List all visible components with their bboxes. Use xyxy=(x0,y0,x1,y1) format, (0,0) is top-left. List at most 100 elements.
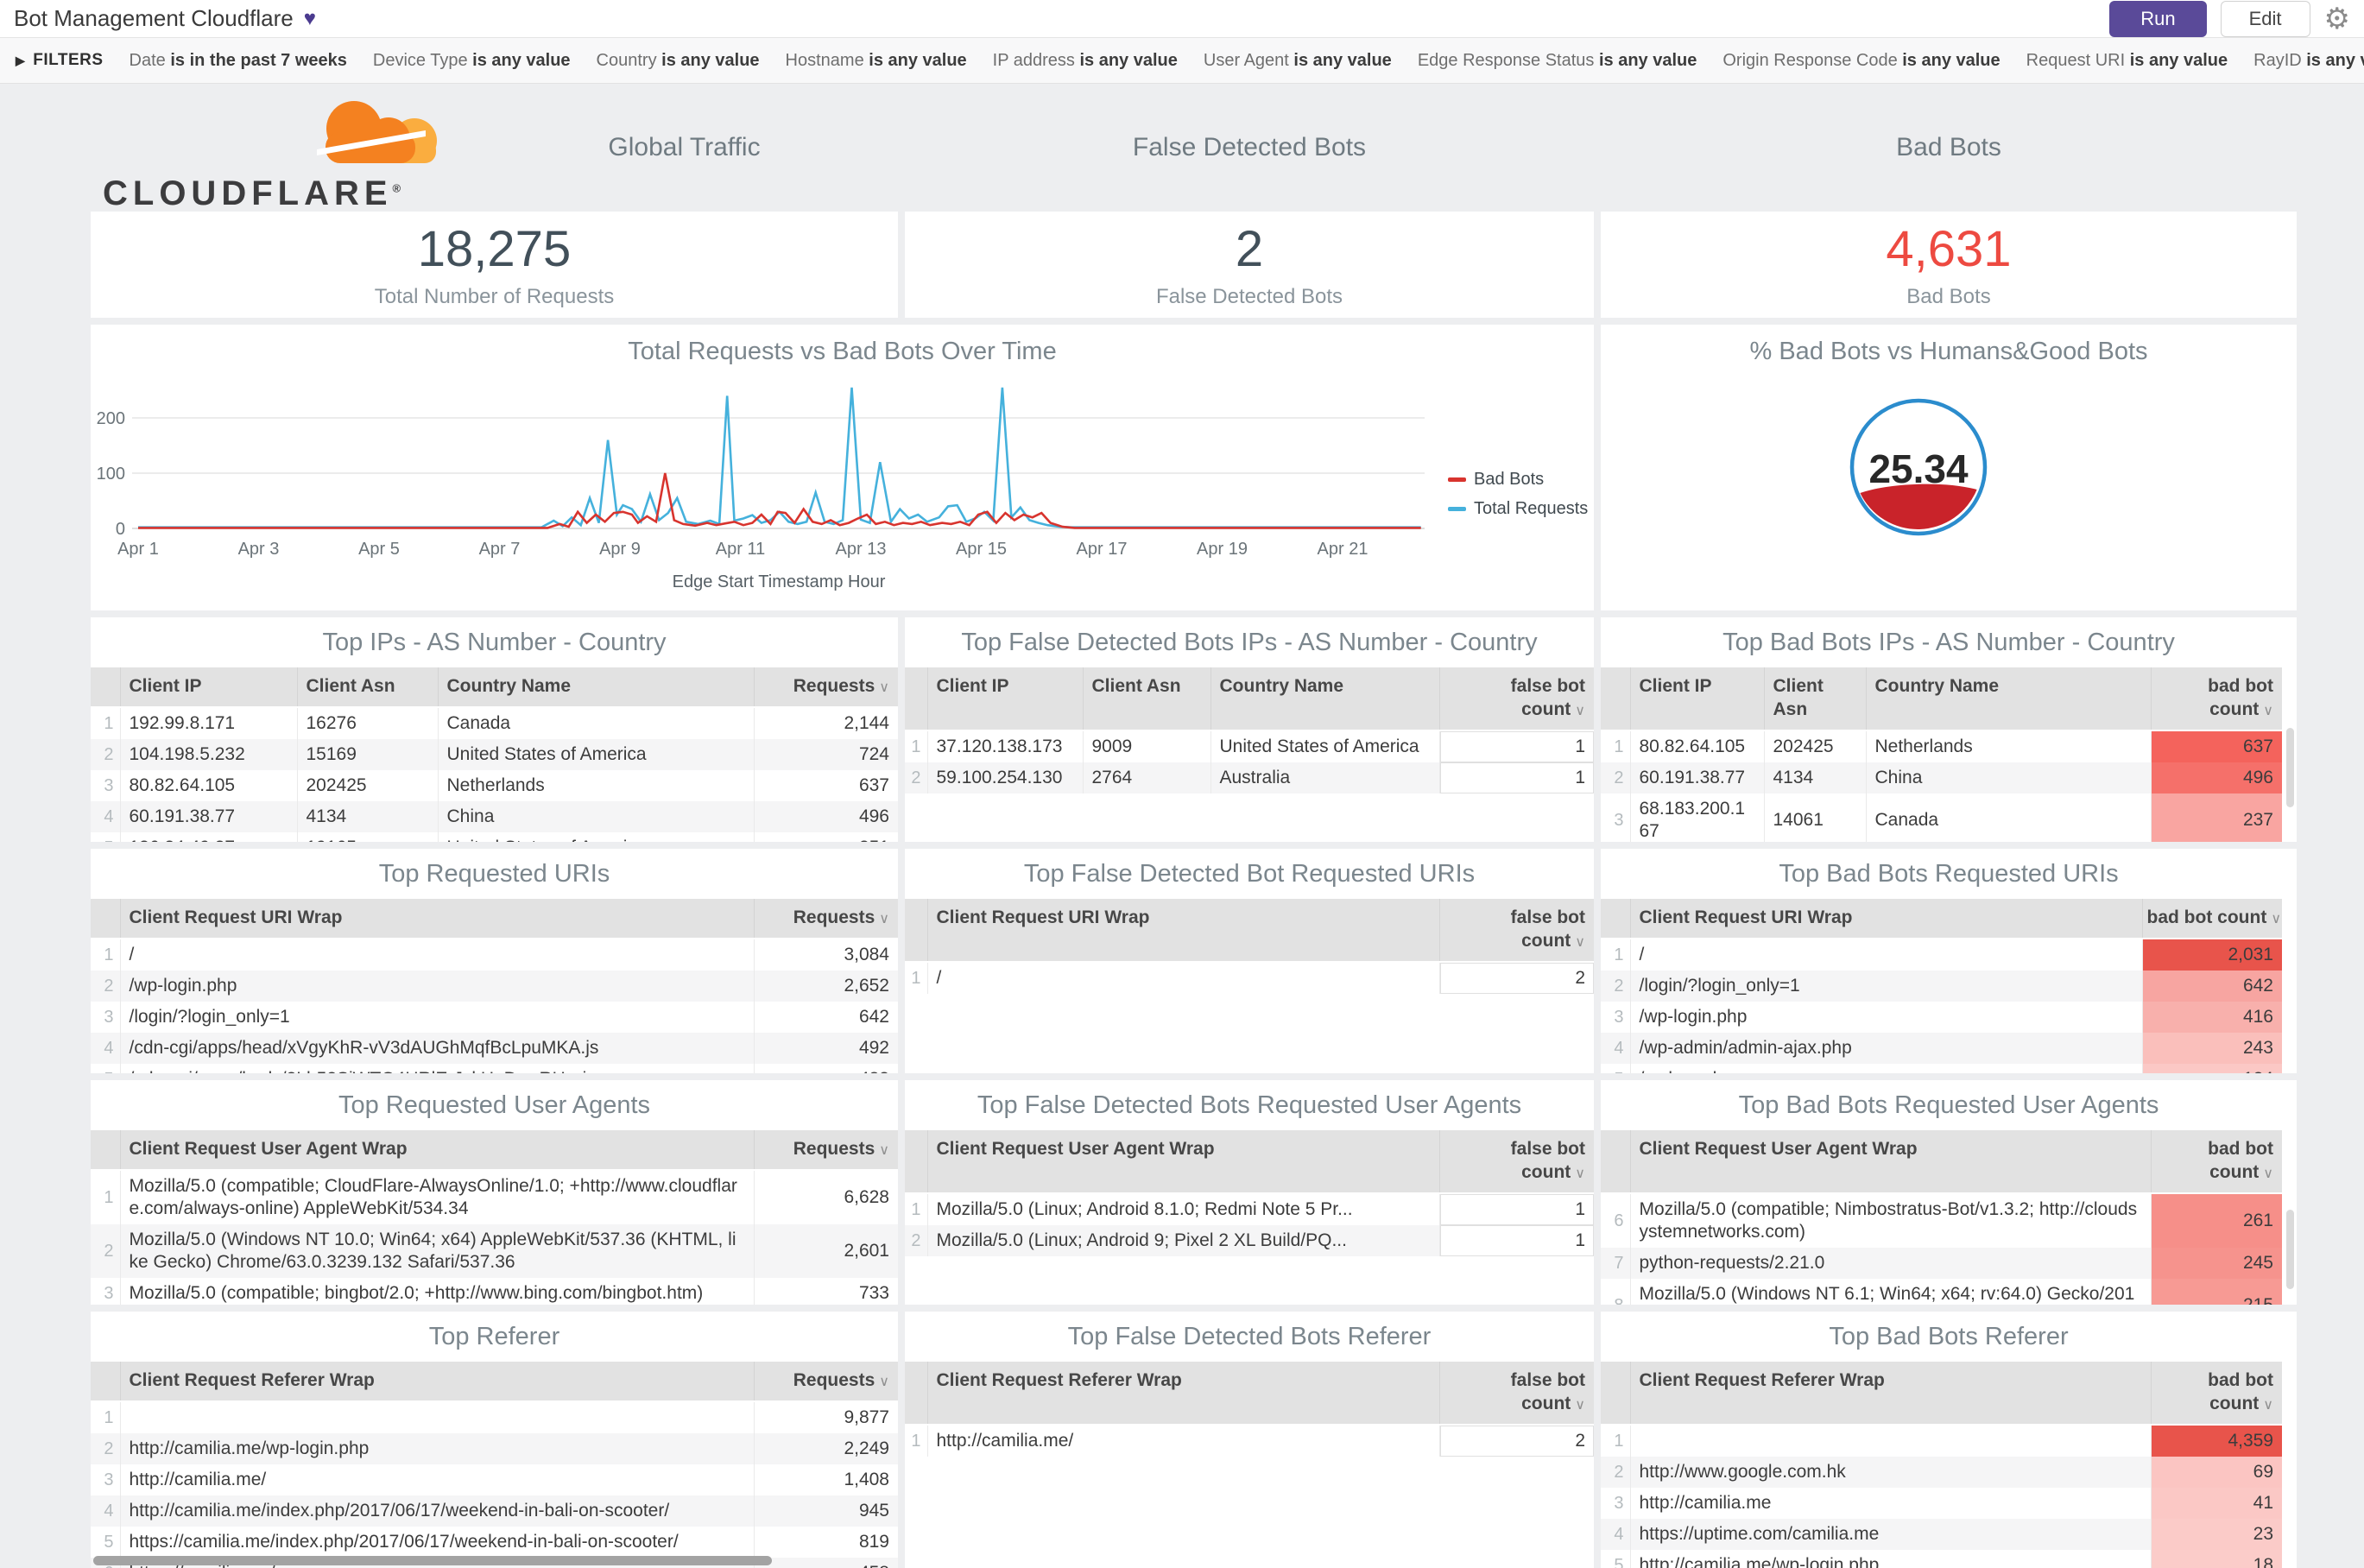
column-header-client-asn[interactable]: Client Asn xyxy=(1763,667,1866,731)
data-table: Client Request User Agent Wrap Requests ∨ 1… xyxy=(91,1130,898,1305)
filter-country[interactable]: Country is any value xyxy=(597,51,760,71)
column-header-country-name[interactable]: Country Name xyxy=(1865,667,2151,731)
x-tick-label: Apr 21 xyxy=(1318,540,1368,559)
cell: 69 xyxy=(2150,1457,2282,1488)
cell: 237 xyxy=(2150,793,2282,842)
column-header-country-name[interactable]: Country Name xyxy=(437,667,754,708)
cell: 41 xyxy=(2150,1488,2282,1519)
run-button[interactable]: Run xyxy=(2109,0,2207,37)
index-column-header xyxy=(905,1130,927,1194)
cell: python-requests/2.21.0 xyxy=(1629,1248,2151,1279)
column-header-client-request-uri-wrap[interactable]: Client Request URI Wrap xyxy=(119,899,754,939)
cell: 124 xyxy=(2141,1064,2282,1073)
table-row: 2 http://camilia.me/wp-login.php 2,249 xyxy=(91,1433,898,1464)
table-row: 5/cdn-cgi/apps/body/3Lh52SjWTQ4HRlErJykH… xyxy=(91,1064,898,1073)
legend-item-bad-bots[interactable]: Bad Bots xyxy=(1448,470,1588,490)
column-header-false-bot-count[interactable]: false bot count ∨ xyxy=(1438,1362,1594,1426)
column-header-bad-bot-count[interactable]: bad bot count ∨ xyxy=(2150,1362,2282,1426)
filter-hostname[interactable]: Hostname is any value xyxy=(786,51,967,71)
column-header-client-asn[interactable]: Client Asn xyxy=(296,667,438,708)
column-header-client-ip[interactable]: Client IP xyxy=(119,667,297,708)
data-table: Client Request User Agent Wrap false bot … xyxy=(905,1130,1594,1256)
cell: 1 xyxy=(1438,730,1594,762)
section-title-bad-bots: Bad Bots xyxy=(1896,133,2001,161)
table-row: 1 4,359 xyxy=(1601,1425,2282,1457)
cell: 202425 xyxy=(296,770,438,801)
column-header-bad-bot-count[interactable]: bad bot count ∨ xyxy=(2141,899,2282,939)
gauge-value: 25.34 xyxy=(1868,446,1969,491)
row-index: 5 xyxy=(1601,1064,1630,1073)
cell: 16276 xyxy=(296,707,438,739)
column-header-bad-bot-count[interactable]: bad bot count ∨ xyxy=(2150,1130,2282,1194)
filters-list: Date is in the past 7 weeks Device Type i… xyxy=(130,51,2364,71)
column-header-requests[interactable]: Requests ∨ xyxy=(753,1362,898,1402)
top-bar: Bot Management Cloudflare ♥ Run Edit ⚙ xyxy=(0,0,2364,38)
index-column-header xyxy=(1601,667,1630,731)
column-header-false-bot-count[interactable]: false bot count ∨ xyxy=(1438,1130,1594,1194)
vertical-scrollbar[interactable] xyxy=(2286,728,2294,807)
column-header-country-name[interactable]: Country Name xyxy=(1210,667,1439,731)
column-header-requests[interactable]: Requests ∨ xyxy=(753,1130,898,1171)
cell: Canada xyxy=(437,707,754,739)
column-header-client-request-user-agent-wrap[interactable]: Client Request User Agent Wrap xyxy=(1629,1130,2151,1194)
cell: 2 xyxy=(1438,962,1594,994)
table-row: 2/wp-login.php 2,652 xyxy=(91,971,898,1002)
heart-icon: ♥ xyxy=(303,6,316,30)
row-index: 2 xyxy=(905,1225,927,1256)
column-header-false-bot-count[interactable]: false bot count ∨ xyxy=(1438,667,1594,731)
filters-toggle[interactable]: ▶ FILTERS xyxy=(16,51,104,70)
column-header-client-request-referer-wrap[interactable]: Client Request Referer Wrap xyxy=(1629,1362,2151,1426)
gear-icon[interactable]: ⚙ xyxy=(2324,4,2350,34)
timeseries-chart[interactable]: 0 100 200 Apr 1 Apr 3 Apr 5 Apr 7 Apr 9 Apr 11 Ap… xyxy=(91,366,1594,604)
filter-request-uri[interactable]: Request URI is any value xyxy=(2026,51,2228,71)
filter-rayid[interactable]: RayID is any value xyxy=(2253,51,2364,71)
filter-device-type[interactable]: Device Type is any value xyxy=(373,51,571,71)
edit-button[interactable]: Edit xyxy=(2220,0,2310,37)
cell: 80.82.64.105 xyxy=(1629,730,1764,762)
vertical-scrollbar[interactable] xyxy=(2286,1210,2294,1289)
filter-edge-response-status[interactable]: Edge Response Status is any value xyxy=(1418,51,1697,71)
page-title: Bot Management Cloudflare xyxy=(14,5,294,31)
column-header-requests[interactable]: Requests ∨ xyxy=(753,899,898,939)
cell: 245 xyxy=(2150,1248,2282,1279)
cell: 215 xyxy=(2150,1279,2282,1305)
filter-ip-address[interactable]: IP address is any value xyxy=(993,51,1178,71)
column-header-client-ip[interactable]: Client IP xyxy=(926,667,1083,731)
cell: 1 xyxy=(1438,1225,1594,1256)
column-header-client-request-uri-wrap[interactable]: Client Request URI Wrap xyxy=(926,899,1439,963)
column-header-client-request-uri-wrap[interactable]: Client Request URI Wrap xyxy=(1629,899,2142,939)
row-index: 2 xyxy=(1601,762,1630,793)
column-header-client-request-referer-wrap[interactable]: Client Request Referer Wrap xyxy=(119,1362,754,1402)
cell: /wp-login.php xyxy=(119,971,754,1002)
column-header-client-request-user-agent-wrap[interactable]: Client Request User Agent Wrap xyxy=(119,1130,754,1171)
column-header-bad-bot-count[interactable]: bad bot count ∨ xyxy=(2150,667,2282,731)
table-row: 2 Mozilla/5.0 (Linux; Android 9; Pixel 2 … xyxy=(905,1225,1594,1256)
column-header-client-request-referer-wrap[interactable]: Client Request Referer Wrap xyxy=(926,1362,1439,1426)
row-index: 7 xyxy=(1601,1248,1630,1279)
column-header-requests[interactable]: Requests ∨ xyxy=(753,667,898,708)
filter-date[interactable]: Date is in the past 7 weeks xyxy=(130,51,347,71)
table-top-referer: Top Referer Client Request Referer Wrap Re… xyxy=(91,1312,898,1568)
stat-total-requests: 18,275 Total Number of Requests xyxy=(91,212,898,318)
column-header-client-request-user-agent-wrap[interactable]: Client Request User Agent Wrap xyxy=(926,1130,1439,1194)
row-index: 2 xyxy=(1601,1457,1630,1488)
filter-user-agent[interactable]: User Agent is any value xyxy=(1204,51,1392,71)
cell: Mozilla/5.0 (Linux; Android 8.1.0; Redmi… xyxy=(926,1193,1439,1225)
table-row: 4 https://uptime.com/camilia.me 23 xyxy=(1601,1519,2282,1550)
legend-item-total-requests[interactable]: Total Requests xyxy=(1448,499,1588,519)
horizontal-scrollbar[interactable] xyxy=(93,1556,772,1565)
row-index: 2 xyxy=(91,1224,120,1278)
tile-title: Top Bad Bots Requested URIs xyxy=(1779,860,2119,888)
index-column-header xyxy=(91,899,120,939)
tile-title: Top False Detected Bots Requested User A… xyxy=(977,1091,1522,1119)
cell: / xyxy=(1629,939,2142,971)
column-header-false-bot-count[interactable]: false bot count ∨ xyxy=(1438,899,1594,963)
cell: http://camilia.me/wp-login.php xyxy=(1629,1550,2151,1568)
tile-title: Top False Detected Bots IPs - AS Number … xyxy=(961,629,1538,656)
column-header-client-asn[interactable]: Client Asn xyxy=(1082,667,1210,731)
cell: http://camilia.me/wp-login.php xyxy=(119,1433,754,1464)
table-row: 1 Mozilla/5.0 (Linux; Android 8.1.0; Redm… xyxy=(905,1193,1594,1225)
filter-origin-response-code[interactable]: Origin Response Code is any value xyxy=(1722,51,2000,71)
column-header-client-ip[interactable]: Client IP xyxy=(1629,667,1764,731)
table-row: 2 60.191.38.77 4134 China 496 xyxy=(1601,762,2282,793)
